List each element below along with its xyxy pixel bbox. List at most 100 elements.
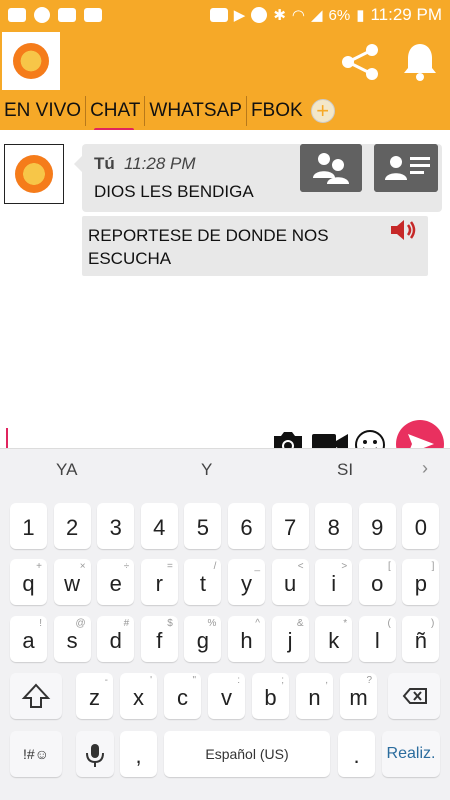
group-users-icon[interactable] [300, 144, 362, 192]
tab-whatsap[interactable]: WHATSAP [144, 96, 246, 126]
key-label: e [109, 571, 122, 596]
voice-input-key[interactable] [76, 731, 114, 777]
key-label: r [155, 571, 163, 596]
microphone-icon [86, 744, 104, 767]
key-9[interactable]: 9 [358, 503, 396, 549]
key-f[interactable]: $ f [140, 616, 178, 662]
tab-chat[interactable]: CHAT [85, 96, 144, 132]
key-3[interactable]: 3 [97, 503, 135, 549]
key-j[interactable]: & j [271, 616, 309, 662]
key-e[interactable]: ÷ e [97, 559, 135, 605]
key-label: p [414, 571, 428, 596]
key-label: Español (US) [205, 746, 289, 762]
key-q[interactable]: + q [10, 559, 47, 605]
key-k[interactable]: * k [315, 616, 353, 662]
key-label: 8 [327, 515, 340, 540]
key-7[interactable]: 7 [271, 503, 309, 549]
key-s[interactable]: @ s [53, 616, 91, 662]
key-label: s [66, 628, 78, 653]
key-label: t [199, 571, 206, 596]
orange-logo-icon [13, 43, 49, 79]
status-right-icons: ▶ ✱ ◠ ◢ 6% ▮ 11:29 PM [209, 5, 442, 25]
key-t[interactable]: / t [184, 559, 222, 605]
key-label: 3 [109, 515, 122, 540]
key-4[interactable]: 4 [140, 503, 178, 549]
battery-icon: ▮ [356, 7, 365, 24]
key-u[interactable]: < u [271, 559, 309, 605]
key-r[interactable]: = r [140, 559, 178, 605]
add-tab-button[interactable]: + [310, 99, 335, 123]
key-label: . [353, 743, 360, 768]
key-label: !#☺ [23, 746, 49, 762]
key-label: 2 [65, 515, 79, 540]
key-o[interactable]: [o [358, 559, 396, 605]
done-key[interactable]: Realiz. [382, 731, 440, 777]
key-m[interactable]: ? m [340, 673, 377, 719]
key-y[interactable]: _ y [228, 559, 265, 605]
suggestion-item[interactable]: Y [201, 460, 212, 480]
image-icon [209, 8, 228, 22]
key-z[interactable]: -z [76, 673, 113, 719]
key-label: j [287, 628, 293, 653]
contact-card-icon[interactable] [374, 144, 438, 192]
key-g[interactable]: % g [184, 616, 222, 662]
on-screen-keyboard: YA Y SI › 1 2 3 4 5 6 7 8 9 0 + q × w ÷ e = r / t _ y < u > i[o] p… [0, 448, 450, 800]
bell-icon[interactable] [400, 40, 440, 82]
space-key[interactable]: Español (US) [164, 731, 330, 777]
backspace-key[interactable] [388, 673, 440, 719]
key-2[interactable]: 2 [53, 503, 91, 549]
shift-icon [21, 683, 51, 708]
tab-fbok[interactable]: FBOK [245, 96, 307, 126]
key-label: y [241, 571, 252, 596]
key-label: m [349, 685, 368, 710]
symbols-key[interactable]: !#☺ [10, 731, 62, 777]
comma-key[interactable]: , [120, 731, 157, 777]
vpn-icon [251, 7, 268, 23]
message-sender: Tú [94, 154, 115, 173]
key-h[interactable]: ^ h [228, 616, 265, 662]
key-5[interactable]: 5 [184, 503, 222, 549]
period-key[interactable]: . [338, 731, 375, 777]
wifi-icon: ◠ [291, 7, 305, 24]
key-w[interactable]: × w [53, 559, 91, 605]
chevron-right-icon[interactable]: › [422, 458, 428, 479]
key-c[interactable]: " c [164, 673, 201, 719]
key-label: g [196, 628, 210, 653]
key-p[interactable]: ] p [402, 559, 440, 605]
key-8[interactable]: 8 [315, 503, 353, 549]
key-n[interactable]: ,n [296, 673, 333, 719]
key-label: 5 [196, 515, 210, 540]
key-ñ[interactable]: ) ñ [402, 616, 440, 662]
key-l[interactable]: (l [358, 616, 396, 662]
key-v[interactable]: :v [208, 673, 245, 719]
avatar[interactable] [4, 144, 64, 204]
key-1[interactable]: 1 [10, 503, 47, 549]
key-label: u [283, 571, 297, 596]
key-label: , [135, 743, 142, 768]
key-6[interactable]: 6 [228, 503, 265, 549]
key-label: h [240, 628, 253, 653]
key-0[interactable]: 0 [402, 503, 440, 549]
tab-en-vivo[interactable]: EN VIVO [0, 96, 85, 126]
battery-text: 6% [328, 6, 351, 24]
message-text: REPORTESE DE DONDE NOS ESCUCHA [88, 226, 329, 268]
suggestion-item[interactable]: SI [337, 460, 353, 480]
key-label: 6 [240, 515, 253, 540]
key-label: Realiz. [386, 745, 436, 762]
key-label: 7 [283, 515, 297, 540]
share-icon[interactable] [338, 42, 382, 82]
key-label: 1 [22, 515, 35, 540]
suggestion-item[interactable]: YA [56, 460, 77, 480]
shift-key[interactable] [10, 673, 62, 719]
key-x[interactable]: ' x [120, 673, 157, 719]
key-d[interactable]: # d [97, 616, 135, 662]
key-b[interactable]: ; b [252, 673, 289, 719]
key-label: v [221, 685, 232, 710]
key-label: 0 [414, 515, 428, 540]
key-i[interactable]: > i [315, 559, 353, 605]
key-a[interactable]: ! a [10, 616, 47, 662]
app-logo[interactable] [2, 32, 60, 90]
message-time: 11:28 PM [124, 154, 196, 173]
mail-icon [58, 8, 76, 22]
speaker-icon[interactable] [388, 216, 420, 244]
